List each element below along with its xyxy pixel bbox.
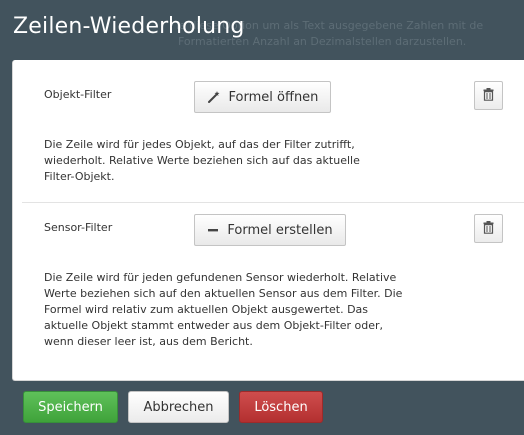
open-formula-button-label: Formel öffnen — [228, 89, 319, 105]
delete-object-filter-button[interactable] — [474, 81, 503, 110]
sensor-filter-description: Die Zeile wird für jeden gefundenen Sens… — [44, 271, 403, 348]
delete-button[interactable]: Löschen — [239, 391, 323, 423]
create-formula-button-label: Formel erstellen — [227, 222, 333, 238]
trash-icon — [483, 219, 494, 238]
object-filter-description: Die Zeile wird für jedes Objekt, auf das… — [44, 138, 360, 183]
open-formula-button[interactable]: Formel öffnen — [194, 81, 331, 113]
create-formula-button[interactable]: Formel erstellen — [194, 214, 346, 246]
dialog-title: Zeilen-Wiederholung — [13, 14, 245, 39]
row-repeat-dialog: ie diese Option um als Text ausgegebene … — [0, 0, 524, 435]
delete-sensor-filter-button[interactable] — [474, 214, 503, 243]
sensor-filter-label: Sensor-Filter — [44, 221, 113, 234]
object-filter-label: Objekt-Filter — [44, 88, 112, 101]
minus-icon — [207, 224, 219, 236]
cancel-button[interactable]: Abbrechen — [128, 391, 229, 423]
magic-wand-icon — [207, 90, 221, 104]
section-divider — [22, 202, 524, 203]
save-button[interactable]: Speichern — [23, 391, 118, 423]
trash-icon — [483, 86, 494, 105]
